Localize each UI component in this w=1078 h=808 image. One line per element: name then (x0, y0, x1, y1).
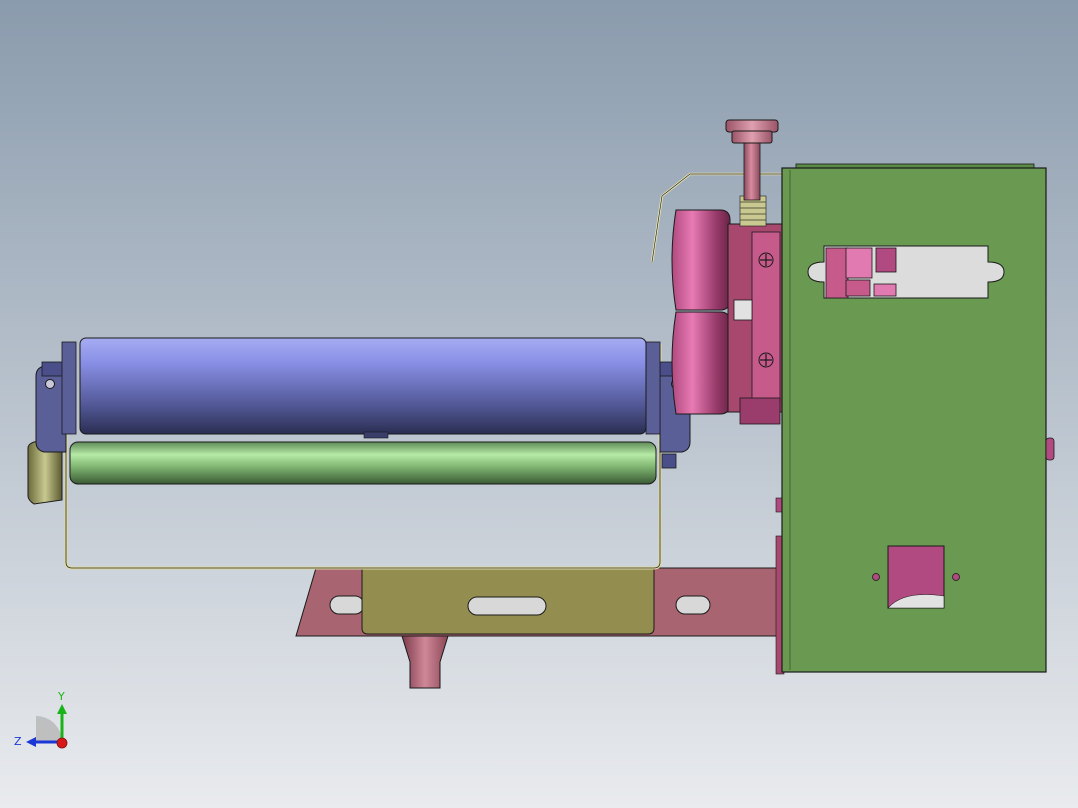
y-axis-label: Y (57, 690, 65, 703)
lower-screw-icon (758, 352, 774, 368)
upper-roller[interactable] (61, 337, 661, 439)
spring (739, 195, 767, 227)
z-axis-label: Z (14, 735, 22, 748)
cad-canvas[interactable]: Y Z (0, 0, 1078, 808)
cad-viewport[interactable]: Y Z (0, 0, 1078, 808)
olive-bracket[interactable] (361, 567, 655, 635)
left-roller-bracket[interactable] (35, 361, 67, 453)
main-plate[interactable] (781, 163, 1055, 673)
upper-screw-icon (758, 252, 774, 268)
lower-roller[interactable] (69, 441, 657, 485)
